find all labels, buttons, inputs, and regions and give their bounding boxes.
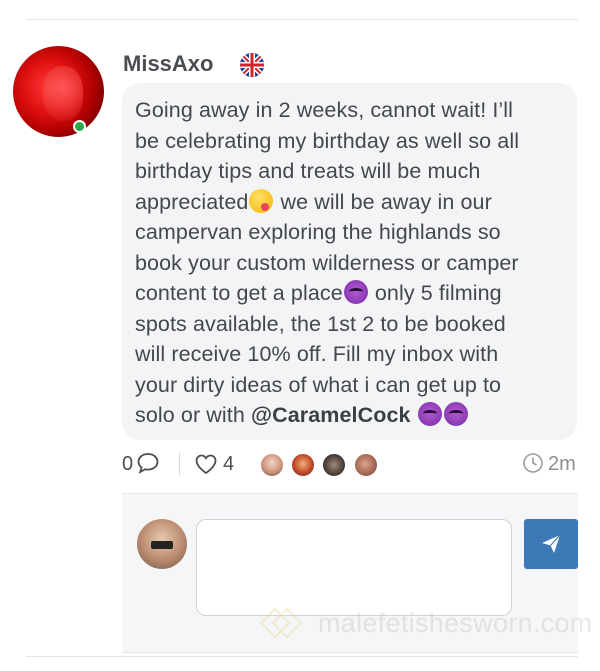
post-message: Going away in 2 weeks, cannot wait! I’ll… — [135, 95, 565, 431]
watermark-text: malefetishesworn.com — [318, 608, 593, 638]
message-line: solo or with — [135, 403, 252, 427]
post-timestamp: 2m — [548, 453, 576, 475]
like-count: 4 — [223, 453, 235, 475]
winking-tongue-emoji — [249, 188, 274, 213]
message-line: appreciated — [135, 189, 249, 214]
author-avatar[interactable] — [13, 46, 104, 137]
uk-flag-icon — [240, 53, 264, 77]
current-user-avatar — [137, 519, 187, 569]
message-line: campervan exploring the highlands so — [135, 220, 501, 244]
top-divider — [26, 19, 578, 20]
meta-divider — [179, 453, 180, 475]
message-line: will receive 10% off. Fill my inbox with — [135, 342, 499, 366]
liker-avatar[interactable] — [290, 452, 316, 478]
message-line: only 5 filming — [368, 281, 502, 305]
liker-avatar[interactable] — [353, 452, 379, 478]
message-line: birthday tips and treats will be much — [135, 159, 481, 183]
clock-icon — [523, 453, 543, 473]
send-button[interactable] — [524, 519, 578, 569]
message-line: your dirty ideas of what i can get up to — [135, 372, 502, 397]
comment-count: 0 — [122, 453, 134, 475]
smiling-devil-emoji — [417, 402, 442, 426]
paper-plane-icon — [542, 534, 561, 553]
liker-avatar[interactable] — [321, 452, 347, 478]
online-status-dot — [73, 120, 86, 133]
watermark-logo-icon — [259, 607, 303, 639]
message-line: be celebrating my birthday as well so al… — [135, 128, 520, 153]
user-mention-link[interactable]: @CaramelCock — [251, 403, 411, 427]
comment-input[interactable] — [196, 519, 512, 616]
message-line: content to get a place — [135, 281, 343, 305]
message-line: spots available, the 1st 2 to be booked — [135, 311, 506, 336]
comment-bubble-icon[interactable] — [136, 452, 160, 474]
message-line: we will be away in our — [274, 189, 492, 214]
smiling-devil-emoji — [343, 280, 368, 304]
heart-icon[interactable] — [194, 453, 218, 475]
message-line: Going away in 2 weeks, cannot wait! I’ll — [135, 98, 514, 122]
message-line: book your custom wilderness or camper — [135, 250, 519, 275]
author-username[interactable]: MissAxo — [123, 51, 213, 77]
post-meta-row: 0 4 2m — [122, 449, 577, 479]
bottom-divider — [26, 656, 578, 657]
smiling-devil-emoji — [443, 402, 468, 426]
liker-avatar[interactable] — [259, 452, 285, 478]
